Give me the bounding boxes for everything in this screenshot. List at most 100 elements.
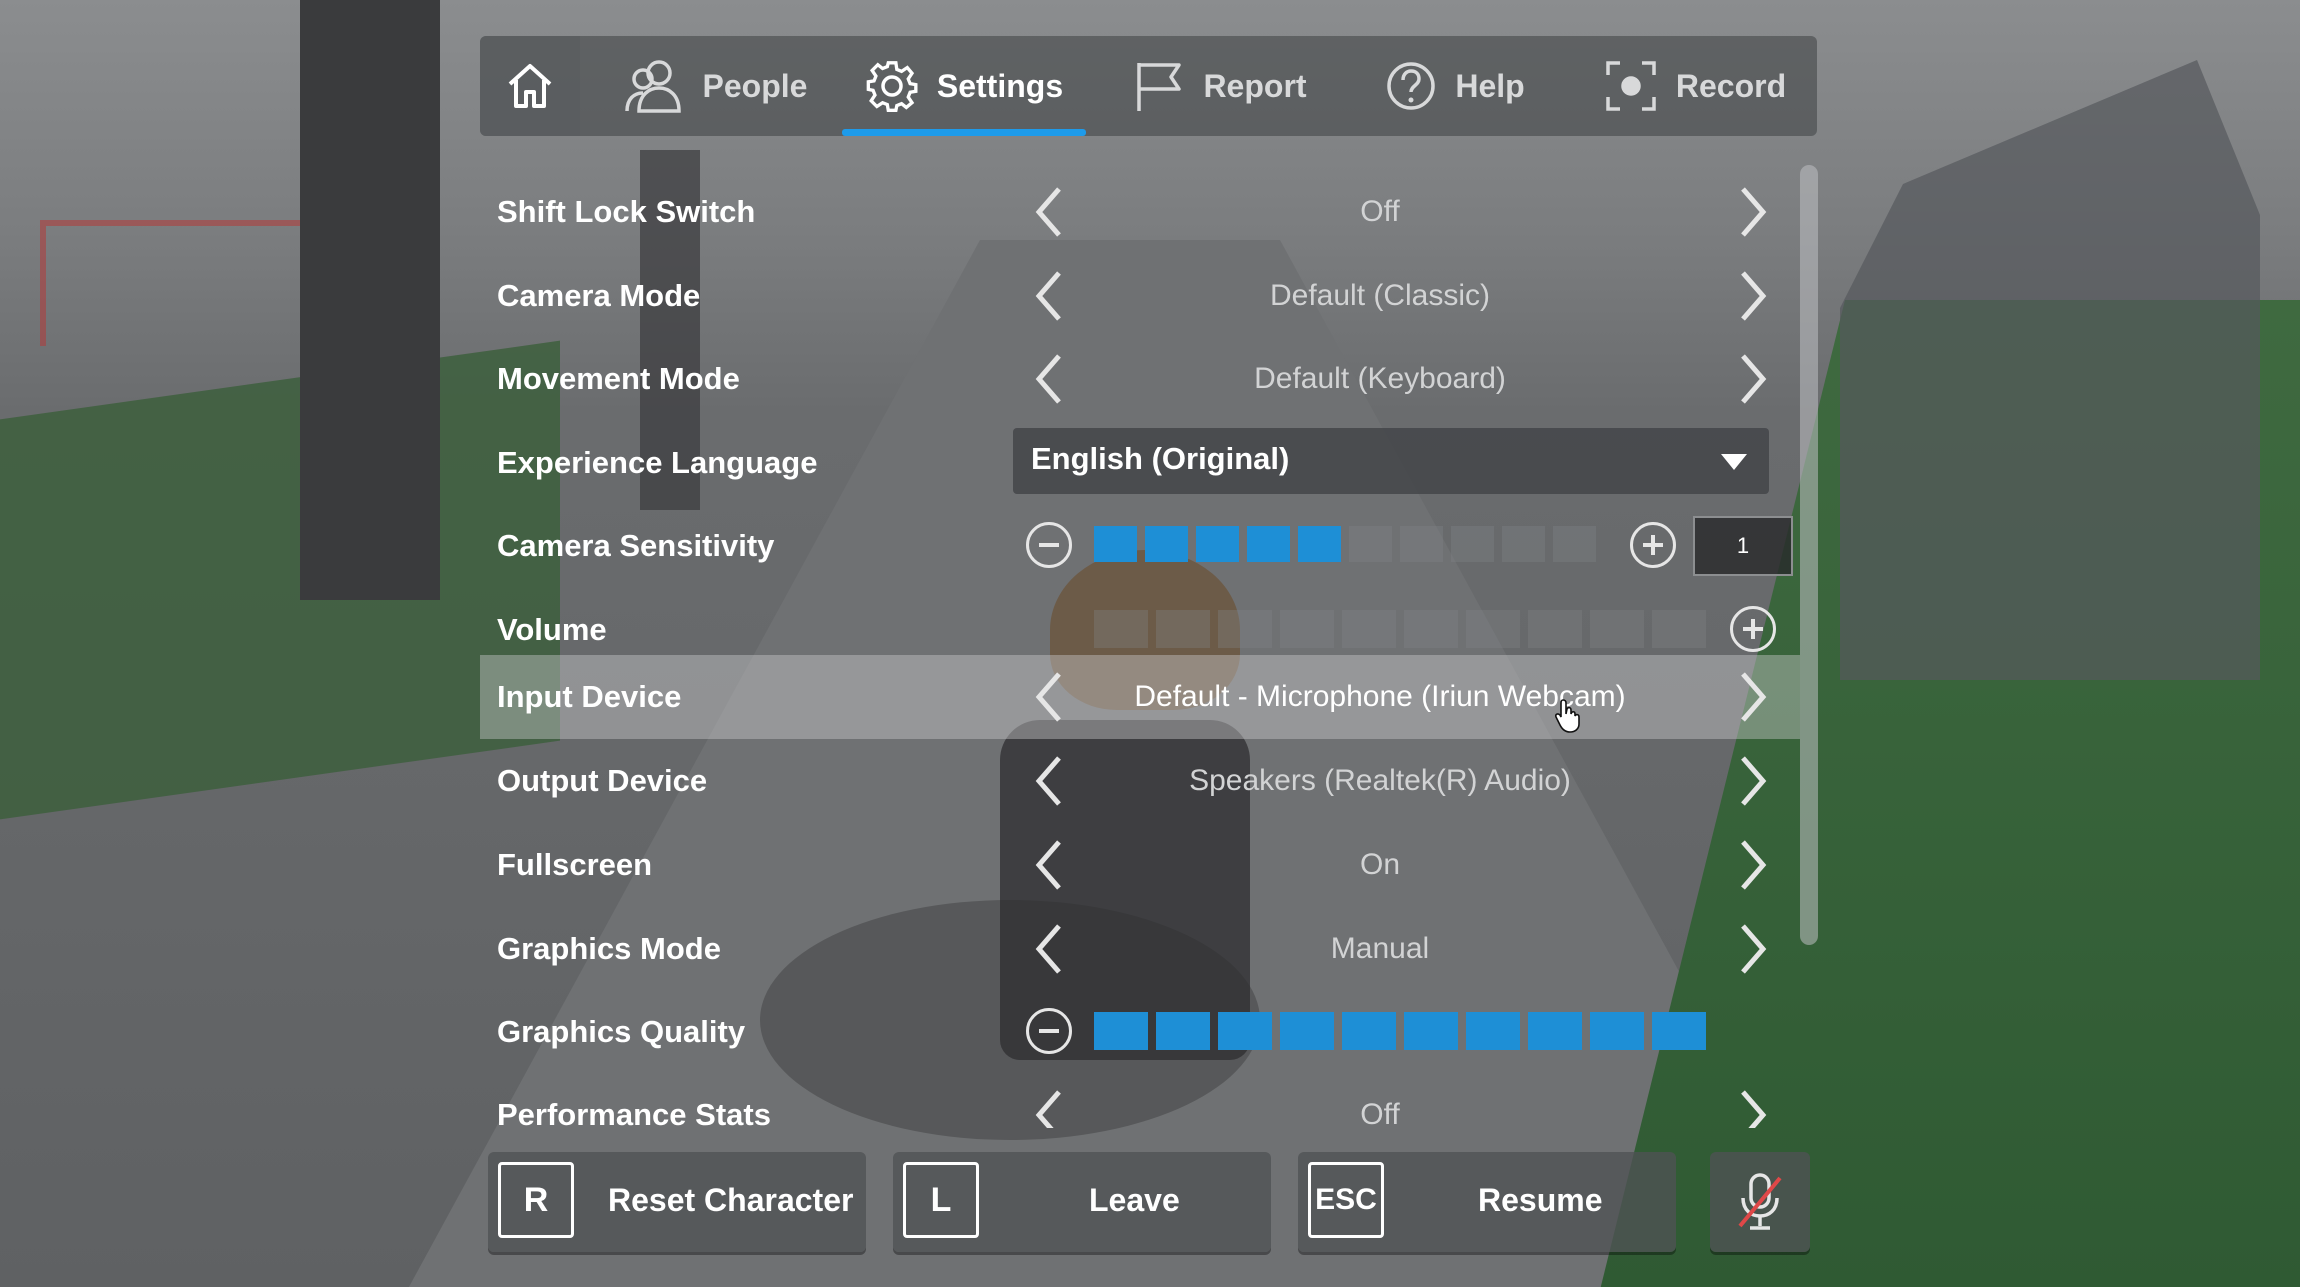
volume-slider[interactable] bbox=[1094, 610, 1706, 648]
next-option-button[interactable] bbox=[1724, 919, 1784, 979]
next-option-button[interactable] bbox=[1724, 751, 1784, 811]
next-option-button[interactable] bbox=[1724, 182, 1784, 242]
slider-segment[interactable] bbox=[1218, 1012, 1272, 1050]
slider-segment[interactable] bbox=[1652, 1012, 1706, 1050]
previous-option-button[interactable] bbox=[1018, 835, 1078, 895]
increase-volume-button[interactable] bbox=[1730, 606, 1776, 652]
keybind-badge: ESC bbox=[1308, 1162, 1384, 1238]
mute-microphone-button[interactable] bbox=[1710, 1152, 1810, 1252]
slider-segment[interactable] bbox=[1094, 610, 1148, 648]
slider-segment[interactable] bbox=[1466, 1012, 1520, 1050]
setting-value: Off bbox=[1360, 195, 1400, 228]
slider-segment[interactable] bbox=[1502, 526, 1545, 562]
next-option-button[interactable] bbox=[1724, 1085, 1784, 1128]
scene-sign-post bbox=[300, 0, 440, 600]
previous-option-button[interactable] bbox=[1018, 182, 1078, 242]
chevron-left-icon bbox=[1035, 187, 1061, 237]
setting-row-movement-mode: Movement Mode Default (Keyboard) bbox=[480, 337, 1800, 421]
help-icon bbox=[1387, 62, 1436, 110]
tab-help[interactable]: Help bbox=[1360, 36, 1550, 136]
chevron-left-icon bbox=[1035, 756, 1061, 806]
leave-button[interactable]: L Leave bbox=[893, 1152, 1271, 1252]
slider-segment[interactable] bbox=[1218, 610, 1272, 648]
tab-report[interactable]: Report bbox=[1110, 36, 1330, 136]
tab-record[interactable]: Record bbox=[1590, 36, 1800, 136]
slider-segment[interactable] bbox=[1400, 526, 1443, 562]
sensitivity-value-input[interactable]: 1 bbox=[1693, 516, 1793, 576]
slider-segment[interactable] bbox=[1652, 610, 1706, 648]
setting-label: Graphics Quality bbox=[497, 1014, 746, 1049]
setting-row-shift-lock: Shift Lock Switch Off bbox=[480, 170, 1800, 254]
record-icon bbox=[1606, 61, 1656, 111]
chevron-left-icon bbox=[1035, 1090, 1061, 1128]
slider-segment[interactable] bbox=[1349, 526, 1392, 562]
previous-option-button[interactable] bbox=[1018, 919, 1078, 979]
slider-segment[interactable] bbox=[1590, 610, 1644, 648]
scene-building bbox=[1840, 60, 2260, 680]
slider-segment[interactable] bbox=[1094, 1012, 1148, 1050]
tab-people[interactable]: People bbox=[615, 36, 815, 136]
decrease-sensitivity-button[interactable] bbox=[1026, 522, 1072, 568]
previous-option-button[interactable] bbox=[1018, 266, 1078, 326]
button-label: Leave bbox=[1089, 1182, 1180, 1218]
next-option-button[interactable] bbox=[1724, 835, 1784, 895]
slider-segment[interactable] bbox=[1156, 1012, 1210, 1050]
slider-segment[interactable] bbox=[1451, 526, 1494, 562]
slider-segment[interactable] bbox=[1298, 526, 1341, 562]
setting-label: Movement Mode bbox=[497, 361, 740, 396]
next-option-button[interactable] bbox=[1724, 349, 1784, 409]
slider-segment[interactable] bbox=[1145, 526, 1188, 562]
sensitivity-slider[interactable] bbox=[1094, 526, 1596, 562]
slider-segment[interactable] bbox=[1342, 610, 1396, 648]
next-option-button[interactable] bbox=[1724, 266, 1784, 326]
setting-row-fullscreen: Fullscreen On bbox=[480, 823, 1800, 907]
slider-segment[interactable] bbox=[1528, 1012, 1582, 1050]
slider-segment[interactable] bbox=[1553, 526, 1596, 562]
gear-icon bbox=[866, 61, 918, 112]
chevron-right-icon bbox=[1741, 756, 1767, 806]
chevron-left-icon bbox=[1035, 924, 1061, 974]
chevron-left-icon bbox=[1035, 672, 1061, 722]
setting-row-camera-mode: Camera Mode Default (Classic) bbox=[480, 254, 1800, 338]
previous-option-button[interactable] bbox=[1018, 667, 1078, 727]
slider-segment[interactable] bbox=[1196, 526, 1239, 562]
setting-value: Speakers (Realtek(R) Audio) bbox=[1189, 764, 1571, 797]
chevron-right-icon bbox=[1741, 1090, 1767, 1128]
slider-segment[interactable] bbox=[1590, 1012, 1644, 1050]
setting-label: Performance Stats bbox=[497, 1097, 771, 1128]
slider-segment[interactable] bbox=[1342, 1012, 1396, 1050]
previous-option-button[interactable] bbox=[1018, 349, 1078, 409]
graphics-quality-slider[interactable] bbox=[1094, 1012, 1706, 1050]
chevron-left-icon bbox=[1035, 271, 1061, 321]
tab-home[interactable] bbox=[480, 36, 580, 136]
setting-row-output-device: Output Device Speakers (Realtek(R) Audio… bbox=[480, 739, 1800, 823]
slider-segment[interactable] bbox=[1094, 526, 1137, 562]
home-icon bbox=[508, 64, 552, 108]
decrease-graphics-quality-button[interactable] bbox=[1026, 1008, 1072, 1054]
previous-option-button[interactable] bbox=[1018, 751, 1078, 811]
keybind-badge: R bbox=[498, 1162, 574, 1238]
settings-scrollbar[interactable] bbox=[1800, 165, 1818, 945]
next-option-button[interactable] bbox=[1724, 667, 1784, 727]
reset-character-button[interactable]: R Reset Character bbox=[488, 1152, 866, 1252]
tab-settings[interactable]: Settings bbox=[842, 36, 1086, 136]
slider-segment[interactable] bbox=[1280, 1012, 1334, 1050]
slider-segment[interactable] bbox=[1156, 610, 1210, 648]
slider-segment[interactable] bbox=[1528, 610, 1582, 648]
resume-button[interactable]: ESC Resume bbox=[1298, 1152, 1676, 1252]
slider-segment[interactable] bbox=[1466, 610, 1520, 648]
slider-segment[interactable] bbox=[1404, 610, 1458, 648]
slider-segment[interactable] bbox=[1247, 526, 1290, 562]
setting-value: Off bbox=[1360, 1098, 1400, 1128]
chevron-right-icon bbox=[1741, 924, 1767, 974]
tab-label: Settings bbox=[936, 67, 1064, 104]
language-dropdown[interactable]: English (Original) bbox=[1013, 428, 1769, 494]
setting-value: Default (Classic) bbox=[1269, 279, 1491, 312]
chevron-right-icon bbox=[1741, 354, 1767, 404]
slider-segment[interactable] bbox=[1404, 1012, 1458, 1050]
chevron-left-icon bbox=[1035, 354, 1061, 404]
increase-sensitivity-button[interactable] bbox=[1630, 522, 1676, 568]
slider-segment[interactable] bbox=[1280, 610, 1334, 648]
previous-option-button[interactable] bbox=[1018, 1085, 1078, 1128]
setting-row-camera-sensitivity: Camera Sensitivity 1 bbox=[480, 504, 1800, 588]
